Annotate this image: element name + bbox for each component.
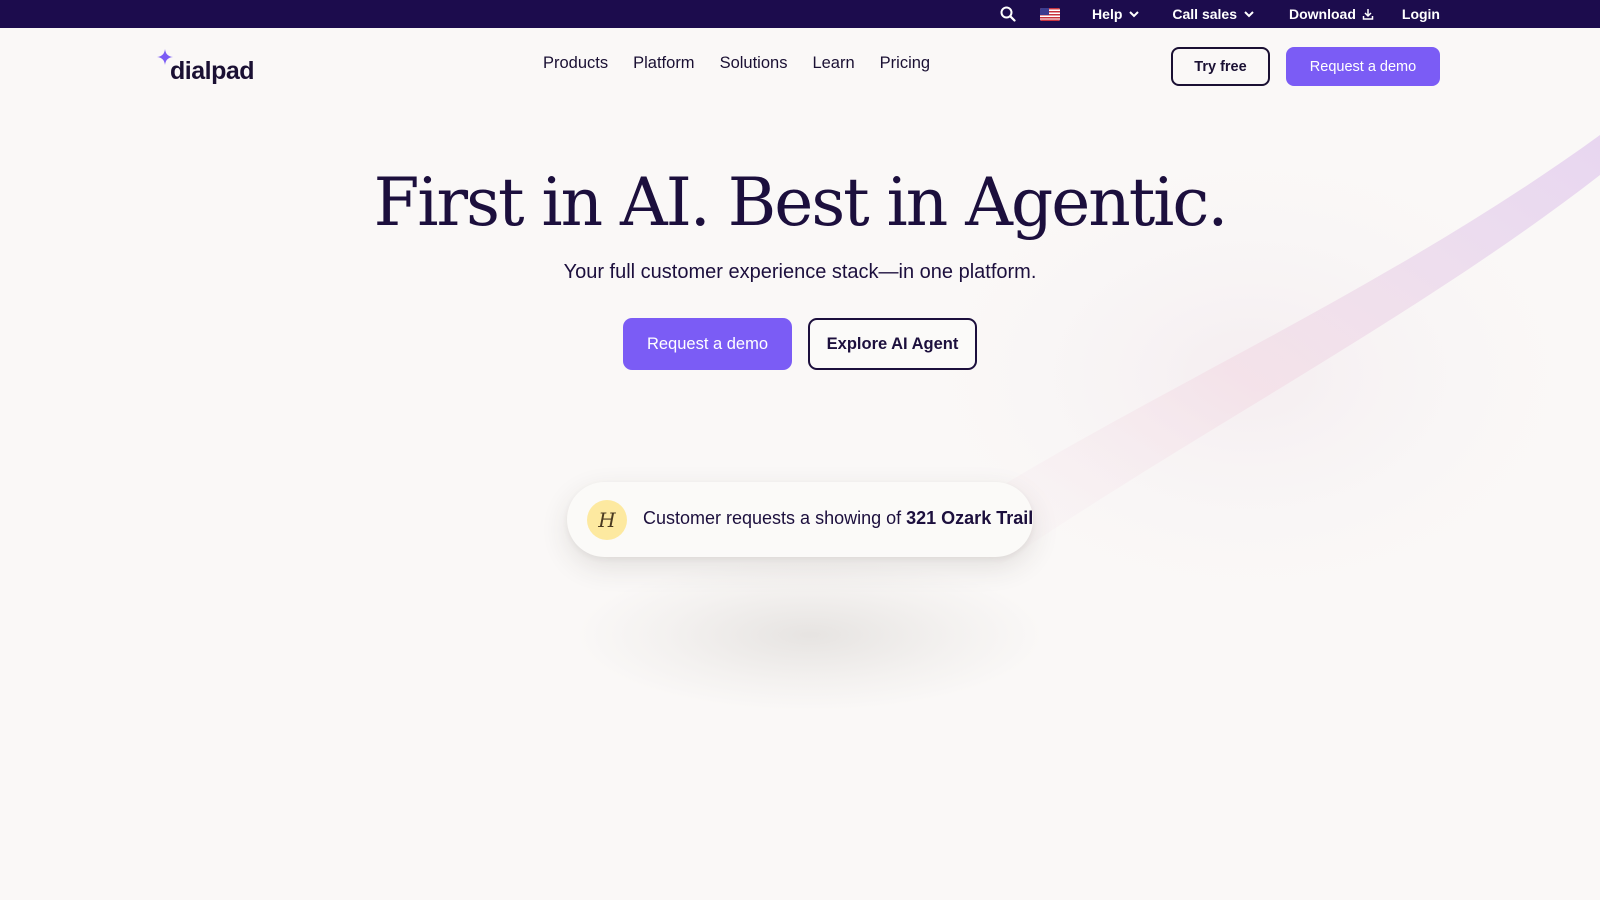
nav-item-pricing[interactable]: Pricing — [880, 54, 930, 73]
explore-ai-agent-button[interactable]: Explore AI Agent — [808, 318, 977, 370]
message-text: Customer requests a showing of 321 Ozark… — [643, 508, 1033, 529]
customer-message-card: H Customer requests a showing of 321 Oza… — [567, 482, 1033, 557]
message-prefix: Customer requests a showing of — [643, 508, 907, 528]
nav-item-solutions[interactable]: Solutions — [720, 54, 788, 73]
utility-bar: Help Call sales Download Login — [0, 0, 1600, 28]
download-link[interactable]: Download — [1289, 6, 1374, 22]
logo-text: dialpad — [170, 57, 255, 85]
nav-links: Products Platform Solutions Learn Pricin… — [543, 54, 930, 73]
us-flag-icon[interactable] — [1040, 7, 1061, 21]
message-card-shadow — [580, 560, 1040, 710]
main-nav: dialpad Products Platform Solutions Lear… — [0, 28, 1600, 105]
hero-title: First in AI. Best in Agentic. — [373, 164, 1229, 241]
nav-item-learn[interactable]: Learn — [812, 54, 854, 73]
search-icon[interactable] — [1000, 6, 1016, 22]
help-menu[interactable]: Help — [1092, 6, 1140, 22]
call-sales-menu[interactable]: Call sales — [1172, 6, 1255, 22]
nav-item-platform[interactable]: Platform — [633, 54, 694, 73]
dialpad-logo[interactable]: dialpad — [157, 49, 255, 86]
try-free-button[interactable]: Try free — [1171, 47, 1270, 86]
chevron-down-icon — [1129, 11, 1140, 18]
hero-request-demo-button[interactable]: Request a demo — [623, 318, 792, 370]
nav-item-products[interactable]: Products — [543, 54, 608, 73]
hero-subtitle: Your full customer experience stack—in o… — [563, 261, 1037, 283]
download-label: Download — [1289, 6, 1356, 22]
request-demo-button[interactable]: Request a demo — [1286, 47, 1440, 86]
avatar: H — [587, 500, 627, 540]
download-icon — [1362, 9, 1374, 20]
message-address: 321 Ozark Trail — [906, 508, 1034, 528]
help-label: Help — [1092, 6, 1123, 22]
chevron-down-icon — [1244, 11, 1254, 18]
call-sales-label: Call sales — [1172, 6, 1237, 22]
login-link[interactable]: Login — [1402, 6, 1440, 22]
sparkle-icon — [157, 49, 173, 65]
